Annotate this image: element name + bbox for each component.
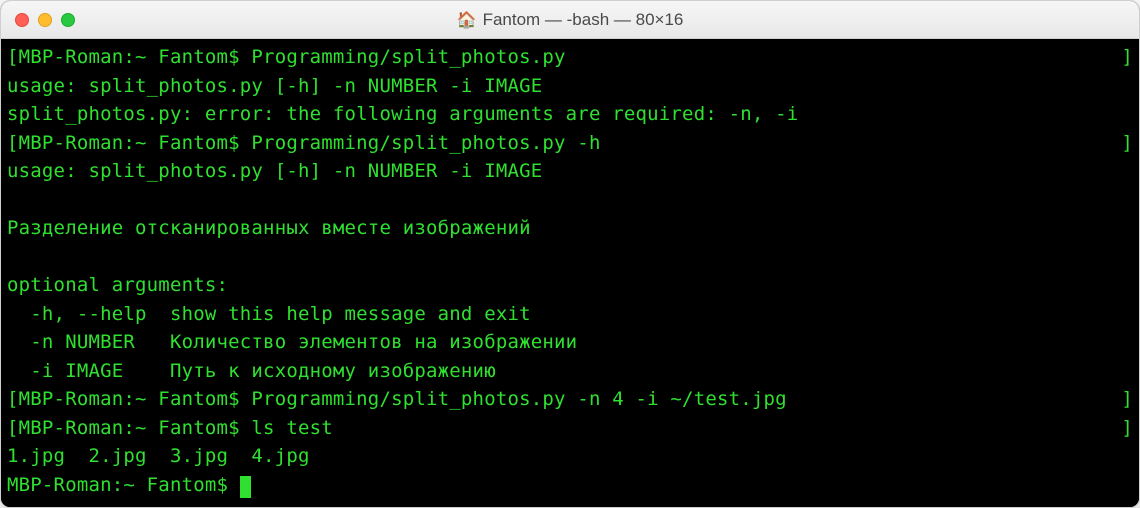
terminal-body[interactable]: [MBP-Roman:~ Fantom$ Programming/split_p… xyxy=(1,39,1139,507)
terminal-bracket-close: ] xyxy=(1121,129,1133,158)
terminal-bracket-close: ] xyxy=(1121,43,1133,72)
terminal-line: [MBP-Roman:~ Fantom$ Programming/split_p… xyxy=(7,43,1133,72)
terminal-text: [MBP-Roman:~ Fantom$ Programming/split_p… xyxy=(7,129,601,158)
titlebar[interactable]: 🏠 Fantom — -bash — 80×16 xyxy=(1,1,1139,39)
terminal-prompt: MBP-Roman:~ Fantom$ xyxy=(7,474,240,496)
terminal-window: 🏠 Fantom — -bash — 80×16 [MBP-Roman:~ Fa… xyxy=(0,0,1140,508)
terminal-line xyxy=(7,243,1133,272)
traffic-lights xyxy=(1,13,75,27)
terminal-line: -i IMAGE Путь к исходному изображению xyxy=(7,357,1133,386)
terminal-line xyxy=(7,186,1133,215)
terminal-line: split_photos.py: error: the following ar… xyxy=(7,100,1133,129)
terminal-line: usage: split_photos.py [-h] -n NUMBER -i… xyxy=(7,157,1133,186)
minimize-button[interactable] xyxy=(38,13,52,27)
terminal-line: [MBP-Roman:~ Fantom$ Programming/split_p… xyxy=(7,385,1133,414)
cursor xyxy=(240,476,251,498)
terminal-text: [MBP-Roman:~ Fantom$ Programming/split_p… xyxy=(7,43,566,72)
terminal-bracket-close: ] xyxy=(1121,414,1133,443)
window-title: 🏠 Fantom — -bash — 80×16 xyxy=(1,10,1139,30)
terminal-line: 1.jpg 2.jpg 3.jpg 4.jpg xyxy=(7,442,1133,471)
home-icon: 🏠 xyxy=(457,10,477,30)
close-button[interactable] xyxy=(15,13,29,27)
terminal-text: [MBP-Roman:~ Fantom$ ls test xyxy=(7,414,333,443)
terminal-line: -n NUMBER Количество элементов на изобра… xyxy=(7,328,1133,357)
maximize-button[interactable] xyxy=(61,13,75,27)
terminal-line: Разделение отсканированных вместе изобра… xyxy=(7,214,1133,243)
terminal-line: [MBP-Roman:~ Fantom$ Programming/split_p… xyxy=(7,129,1133,158)
terminal-line: usage: split_photos.py [-h] -n NUMBER -i… xyxy=(7,72,1133,101)
terminal-bracket-close: ] xyxy=(1121,385,1133,414)
window-title-text: Fantom — -bash — 80×16 xyxy=(483,10,684,30)
terminal-line: [MBP-Roman:~ Fantom$ ls test] xyxy=(7,414,1133,443)
terminal-line: optional arguments: xyxy=(7,271,1133,300)
terminal-prompt-line: MBP-Roman:~ Fantom$ xyxy=(7,471,1133,500)
terminal-line: -h, --help show this help message and ex… xyxy=(7,300,1133,329)
terminal-text: [MBP-Roman:~ Fantom$ Programming/split_p… xyxy=(7,385,787,414)
